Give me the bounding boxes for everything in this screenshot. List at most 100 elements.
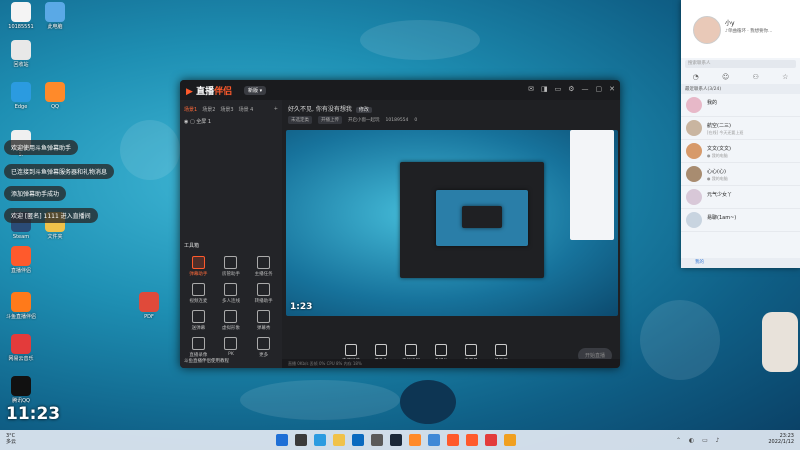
desktop-icon[interactable]: 此电脑	[36, 2, 74, 30]
layout-icon[interactable]: ◨	[541, 85, 548, 93]
tab-scene-2[interactable]: 场景2	[202, 106, 215, 113]
tool-button[interactable]: 弹幕秀	[247, 310, 280, 331]
taskbar-app-icon[interactable]	[409, 434, 421, 446]
version-dropdown[interactable]: 新版 ▾	[244, 86, 267, 95]
fish-character	[400, 380, 456, 424]
avatar	[686, 97, 702, 113]
category-select[interactable]: 未选定类	[288, 116, 312, 124]
desktop-icon[interactable]: 腾讯QQ	[2, 376, 40, 404]
tool-button[interactable]: 送弹幕	[182, 310, 215, 331]
contact-group-header[interactable]: 最近联系人(3/24)	[681, 84, 800, 94]
tool-icon	[257, 256, 271, 269]
tool-button[interactable]: 房管助手	[215, 256, 248, 277]
tool-button[interactable]: 转播助手	[247, 283, 280, 304]
desktop-clock: 11:23	[6, 404, 61, 424]
taskbar-app-icon[interactable]	[371, 434, 383, 446]
edit-notice-button[interactable]: 修改	[355, 107, 372, 113]
live-companion-window[interactable]: ▶ 直播伴侣 新版 ▾ ✉ ◨ ▭ ⚙ — ▢ ✕ 场景1 场景2 场景3 场景…	[180, 80, 620, 368]
nested-window-preview	[400, 162, 544, 278]
taskbar-app-icon[interactable]	[276, 434, 288, 446]
contact-item[interactable]: 易聊(1am~)	[681, 209, 800, 232]
message-icon[interactable]: ✉	[528, 85, 534, 93]
desktop-icon[interactable]: 斗鱼直播伴侣	[2, 292, 40, 320]
contact-item[interactable]: 元气少女丫	[681, 186, 800, 209]
tool-button[interactable]: 弹幕助手	[182, 256, 215, 277]
small-window-link[interactable]: 开启小窗一起玩	[348, 117, 380, 123]
taskbar-app-icon[interactable]	[333, 434, 345, 446]
background-bubble	[360, 20, 480, 60]
tab-scene-1[interactable]: 场景1	[184, 106, 197, 113]
qq-footer[interactable]: 我的	[681, 258, 800, 268]
tool-label: 弹幕助手	[189, 272, 208, 277]
taskbar-app-icon[interactable]	[428, 434, 440, 446]
tool-button[interactable]: 虚拟形象	[215, 310, 248, 331]
contact-item[interactable]: 我的	[681, 94, 800, 117]
toolbox-grid: 弹幕助手 房管助手 主播任务视频连麦 多人连线 转播助手送弹幕 虚拟形象 弹幕秀直播录像 PK…	[182, 256, 280, 358]
tool-label: PK	[228, 352, 234, 357]
scene-source-item[interactable]: ◉ ▢ 全屏 1	[180, 113, 282, 130]
tab-scene-4[interactable]: 场景 4	[239, 106, 254, 113]
tool-button[interactable]: 更多	[247, 337, 280, 358]
taskbar-app-icon[interactable]	[485, 434, 497, 446]
stream-preview[interactable]: 1:23	[286, 130, 618, 316]
space-icon[interactable]: ☆	[782, 73, 788, 81]
message-icon[interactable]: ◔	[693, 73, 699, 81]
taskbar-app-icon[interactable]	[504, 434, 516, 446]
tool-icon	[191, 310, 205, 323]
taskbar-app-icon[interactable]	[314, 434, 326, 446]
desktop-icon-label: 回收站	[13, 62, 29, 68]
screen-icon[interactable]: ▭	[555, 85, 562, 93]
tool-button[interactable]: 视频连麦	[182, 283, 215, 304]
contact-name: 文文(文文)	[707, 146, 731, 152]
app-icon	[11, 246, 31, 266]
desktop-icon[interactable]: 网易云音乐	[2, 334, 40, 362]
desktop-icon[interactable]: PDF	[130, 292, 168, 320]
weather-widget[interactable]: 3°C 多云	[6, 433, 16, 445]
desktop-icon[interactable]: QQ	[36, 82, 74, 110]
avatar	[686, 120, 702, 136]
taskbar-app-icon[interactable]	[295, 434, 307, 446]
tool-button[interactable]: 多人连线	[215, 283, 248, 304]
minimize-icon[interactable]: —	[582, 85, 589, 93]
desktop-icon[interactable]: Edge	[2, 82, 40, 110]
taskbar-app-icon[interactable]	[352, 434, 364, 446]
app-icon	[11, 2, 31, 22]
title-bar[interactable]: ▶ 直播伴侣 新版 ▾ ✉ ◨ ▭ ⚙ — ▢ ✕	[180, 80, 620, 100]
close-icon[interactable]: ✕	[609, 85, 615, 93]
background-bubble	[120, 120, 180, 180]
desktop-icon-label: 直播伴侣	[10, 268, 31, 274]
anime-character	[762, 312, 798, 372]
tool-icon	[191, 283, 205, 296]
desktop-icon[interactable]: 直播伴侣	[2, 246, 40, 274]
tutorial-link[interactable]: 斗鱼直播伴侣使用教程	[184, 358, 229, 364]
room-notice: 好久不见, 你有没有想我 修改	[282, 100, 620, 115]
settings-icon[interactable]: ⚙	[568, 85, 574, 93]
tool-button[interactable]: 直播录像	[182, 337, 215, 358]
taskbar-app-icon[interactable]	[466, 434, 478, 446]
contact-name: 心心(心)	[707, 169, 726, 175]
tab-scene-3[interactable]: 场景3	[220, 106, 233, 113]
qq-panel[interactable]: 小y ♪单曲循环 · 我想要你... 搜索联系人 ◔ ☺ ⚇ ☆ 最近联系人(3…	[681, 0, 800, 268]
add-scene-icon[interactable]: +	[274, 106, 278, 113]
qq-search-input[interactable]: 搜索联系人	[685, 60, 796, 68]
taskbar-app-icon[interactable]	[447, 434, 459, 446]
group-icon[interactable]: ⚇	[753, 73, 759, 81]
qq-signature[interactable]: ♪单曲循环 · 我想要你...	[725, 28, 772, 34]
tool-button[interactable]: PK	[215, 337, 248, 358]
contact-item[interactable]: 航空(二三) [在线] 今天还要上班	[681, 117, 800, 140]
upload-toggle[interactable]: 开播上传	[318, 116, 342, 124]
tool-button[interactable]: 主播任务	[247, 256, 280, 277]
tray-icons[interactable]: ⌃ ◐ ▭ ♪	[676, 437, 722, 444]
taskbar-app-icon[interactable]	[390, 434, 402, 446]
tool-icon	[257, 337, 271, 350]
tray-clock[interactable]: 23:23 2022/1/12	[768, 433, 794, 445]
contacts-icon[interactable]: ☺	[722, 73, 729, 81]
desktop-icon[interactable]: 回收站	[2, 40, 40, 68]
desktop-icon[interactable]: 10185551	[2, 2, 40, 30]
tool-icon	[257, 310, 271, 323]
contact-item[interactable]: 文文(文文) ● 我的电脑	[681, 140, 800, 163]
avatar[interactable]	[693, 16, 721, 44]
contact-item[interactable]: 心心(心) ● 我的电脑	[681, 163, 800, 186]
desktop-icon-label: 此电脑	[47, 24, 63, 30]
maximize-icon[interactable]: ▢	[596, 85, 603, 93]
